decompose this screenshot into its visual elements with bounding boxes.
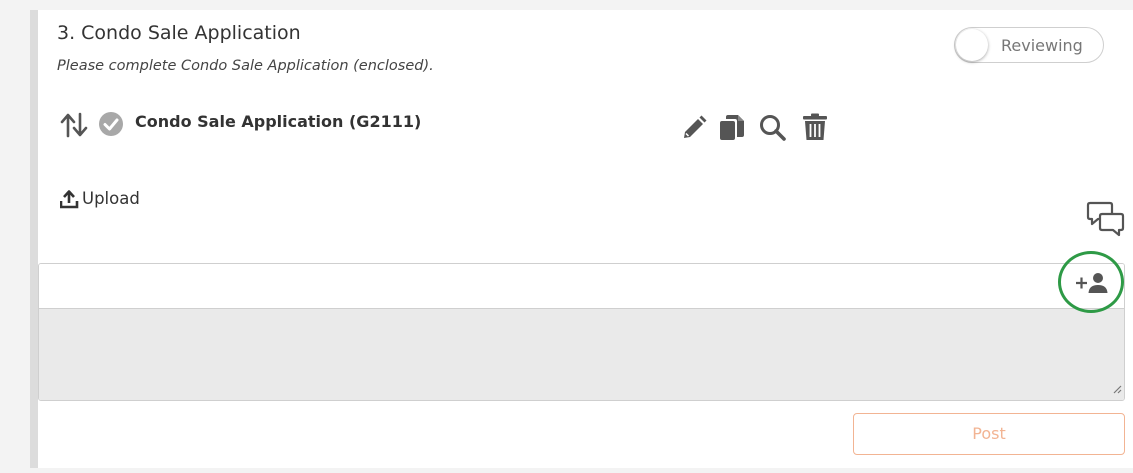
upload-icon <box>59 189 80 213</box>
document-name[interactable]: Condo Sale Application (G2111) <box>135 112 421 131</box>
copy-icon[interactable] <box>719 114 745 146</box>
step-subtitle: Please complete Condo Sale Application (… <box>57 58 434 74</box>
resize-grip-icon[interactable] <box>1112 379 1122 398</box>
toggle-label: Reviewing <box>1001 36 1083 55</box>
check-circle-icon <box>98 111 124 141</box>
toggle-knob[interactable] <box>956 29 988 61</box>
sort-icon[interactable] <box>60 112 88 142</box>
post-button[interactable]: Post <box>853 413 1125 455</box>
pencil-icon[interactable] <box>680 114 708 146</box>
reviewing-toggle[interactable]: Reviewing <box>954 27 1104 63</box>
comment-box <box>38 263 1125 401</box>
add-user-button[interactable] <box>1058 251 1124 313</box>
add-user-icon <box>1076 273 1108 293</box>
upload-label: Upload <box>82 189 140 208</box>
search-icon[interactable] <box>759 114 787 146</box>
comment-textarea[interactable] <box>39 309 1124 400</box>
chat-icon[interactable] <box>1086 200 1126 244</box>
trash-icon[interactable] <box>802 113 828 145</box>
comment-input[interactable] <box>39 264 1124 309</box>
step-title: 3. Condo Sale Application <box>57 22 301 44</box>
